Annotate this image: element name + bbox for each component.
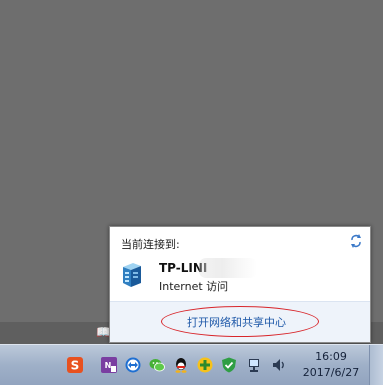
security-shield-icon[interactable] [221,357,237,373]
qq-icon[interactable] [173,357,189,373]
show-desktop-button[interactable] [369,345,383,385]
teamviewer-icon[interactable] [125,357,141,373]
network-icon[interactable] [247,357,263,373]
svg-text:S: S [71,359,80,373]
volume-icon[interactable] [271,357,287,373]
plus-app-icon[interactable] [197,357,213,373]
clock-date: 2017/6/27 [302,366,360,379]
wechat-icon[interactable] [149,357,165,373]
clock-time: 16:09 [315,350,347,363]
onenote-icon[interactable]: N [101,357,117,373]
flyout-footer: 打开网络和共享中心 [110,301,370,342]
network-flyout: 当前连接到: TP-LINI Internet 访问 打开网络和共享中心 [109,226,371,343]
refresh-icon[interactable] [348,233,364,249]
open-network-sharing-center-link[interactable]: 打开网络和共享中心 [187,314,286,330]
sogou-input-icon[interactable]: S [67,357,83,373]
network-status: Internet 访问 [159,280,229,293]
connected-to-label: 当前连接到: [121,238,180,251]
svg-text:N: N [105,361,112,370]
taskbar: S N 16:09 2017/6/27 [0,344,383,385]
taskbar-clock[interactable]: 16:09 2017/6/27 [300,349,362,381]
redacted-blur [199,258,257,278]
network-building-icon [123,263,141,287]
